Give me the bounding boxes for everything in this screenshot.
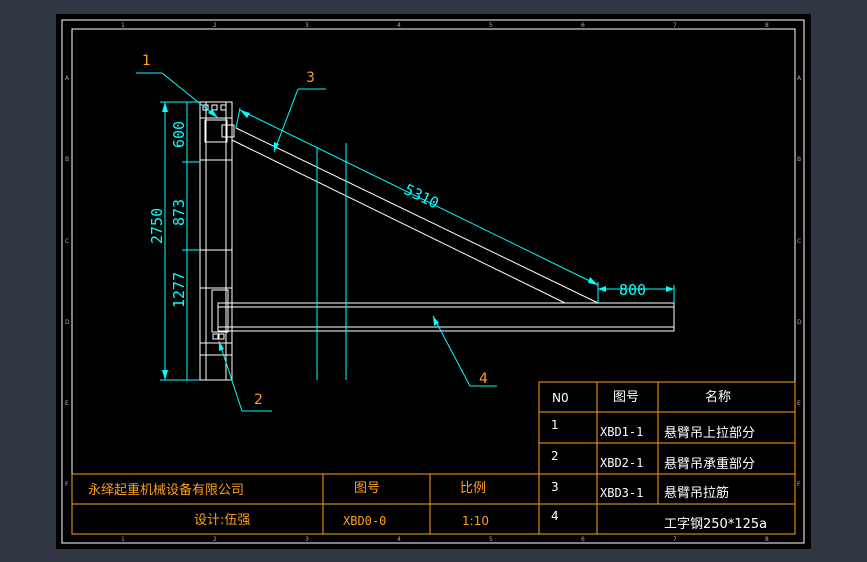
zone-left-d: D xyxy=(65,319,70,326)
zone-right-e: E xyxy=(797,400,801,407)
parts-header-no: N0 xyxy=(552,391,569,405)
diagonal-brace xyxy=(231,127,599,304)
arrow-5310-start xyxy=(240,110,250,118)
cad-drawing: A B C D E F A B C D E F 1 2 3 4 5 6 7 8 … xyxy=(61,19,805,544)
zone-bottom-3: 3 xyxy=(305,536,309,543)
zone-top-2: 2 xyxy=(213,22,217,29)
zone-bottom-6: 6 xyxy=(581,536,585,543)
zone-bottom-4: 4 xyxy=(397,536,401,543)
zone-bottom-5: 5 xyxy=(489,536,493,543)
parts-header-name: 名称 xyxy=(705,389,731,405)
parts-row-4-name: 工字钢250*125a xyxy=(664,517,767,532)
parts-row-3-no: 3 xyxy=(551,480,559,494)
callout-2-label: 2 xyxy=(254,392,263,408)
leader-1 xyxy=(161,72,219,119)
parts-row-2-drawing-no: XBD2-1 xyxy=(600,456,643,470)
parts-row-3-name: 悬臂吊拉筋 xyxy=(664,485,729,501)
drawing-no: XBD0-0 xyxy=(343,514,386,528)
parts-row-2-name: 悬臂吊承重部分 xyxy=(664,456,755,472)
zone-right-c: C xyxy=(797,238,801,245)
arrow-800-start xyxy=(598,286,606,292)
dimension-labels: 2750 600 873 1277 5310 800 xyxy=(148,121,646,308)
top-plate xyxy=(204,119,228,143)
column-assembly xyxy=(199,101,235,381)
parts-header-drawing-no: 图号 xyxy=(613,390,639,405)
parts-row-4-no: 4 xyxy=(551,509,559,523)
zone-top-4: 4 xyxy=(397,22,401,29)
zone-left-c: C xyxy=(65,238,69,245)
callout-3-label: 3 xyxy=(306,70,315,86)
zone-bottom-2: 2 xyxy=(213,536,217,543)
callout-3-arrow xyxy=(274,142,279,152)
zone-left-a: A xyxy=(65,75,70,82)
zone-top-5: 5 xyxy=(489,22,493,29)
dim-600-label: 600 xyxy=(170,121,188,148)
zone-top-8: 8 xyxy=(765,22,769,29)
arrow-800-end xyxy=(666,286,674,292)
scale-value: 1:10 xyxy=(462,514,489,528)
parts-table-text: N0 图号 名称 1 XBD1-1 悬臂吊上拉部分 2 XBD2-1 悬臂吊承重… xyxy=(551,389,767,532)
dim-873-label: 873 xyxy=(170,199,188,226)
scale-label: 比例 xyxy=(460,481,486,496)
zone-bottom-8: 8 xyxy=(765,536,769,543)
zone-left-e: E xyxy=(65,400,69,407)
column-body xyxy=(199,101,233,381)
zone-left-f: F xyxy=(65,481,69,488)
zone-bottom-7: 7 xyxy=(673,536,677,543)
lower-bolt-1 xyxy=(212,333,219,340)
lower-bolt-2 xyxy=(218,333,225,340)
arrow-5310-end xyxy=(588,277,598,285)
zone-top-3: 3 xyxy=(305,22,309,29)
zone-top-1: 1 xyxy=(121,22,125,29)
i-beam xyxy=(217,302,675,332)
zone-bottom-1: 1 xyxy=(121,536,125,543)
brace-bottom-edge xyxy=(231,139,566,304)
dimensions xyxy=(160,101,675,381)
top-bolt-2 xyxy=(211,104,218,111)
zone-right-b: B xyxy=(797,156,801,163)
arrow-2750-bottom xyxy=(162,370,168,380)
parts-row-1-name: 悬臂吊上拉部分 xyxy=(664,426,755,441)
zone-right-a: A xyxy=(797,75,802,82)
designer: 设计:伍强 xyxy=(194,513,250,528)
arrow-2750-top xyxy=(162,102,168,112)
zone-right-f: F xyxy=(797,481,801,488)
zone-right-d: D xyxy=(797,319,802,326)
dim-5310-ext-start xyxy=(235,107,241,129)
callout-4-arrow xyxy=(433,316,439,326)
brace-top-edge xyxy=(235,127,599,304)
drawing-no-label: 图号 xyxy=(354,481,380,496)
dim-800-label: 800 xyxy=(619,281,646,299)
dim-1277-label: 1277 xyxy=(170,272,188,308)
parts-row-2-no: 2 xyxy=(551,449,559,463)
callout-labels: 1 2 3 4 xyxy=(142,53,488,408)
parts-row-1-drawing-no: XBD1-1 xyxy=(600,425,643,439)
parts-row-1-no: 1 xyxy=(551,418,559,432)
zone-top-6: 6 xyxy=(581,22,585,29)
top-bolt-3 xyxy=(220,104,227,111)
dim-5310-label: 5310 xyxy=(401,180,441,212)
zone-left-b: B xyxy=(65,156,69,163)
leader-3 xyxy=(273,88,299,153)
zone-top-7: 7 xyxy=(673,22,677,29)
callout-4-label: 4 xyxy=(479,371,488,387)
leader-2 xyxy=(218,340,243,412)
callout-1-label: 1 xyxy=(142,53,151,69)
company-name: 永绎起重机械设备有限公司 xyxy=(88,482,244,498)
dim-2750-label: 2750 xyxy=(148,208,166,244)
parts-row-3-drawing-no: XBD3-1 xyxy=(600,486,643,500)
